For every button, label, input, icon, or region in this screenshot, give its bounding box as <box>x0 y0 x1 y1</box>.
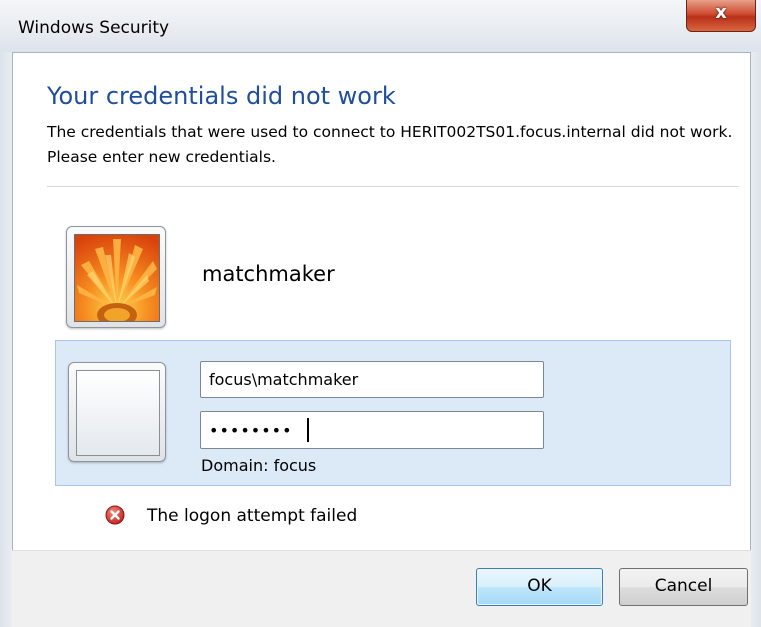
selected-credential-tile[interactable] <box>68 362 166 462</box>
ok-button[interactable]: OK <box>476 568 603 606</box>
password-field[interactable] <box>200 411 544 449</box>
error-x-icon <box>105 505 125 525</box>
error-message: The logon attempt failed <box>147 506 358 526</box>
window-title: Windows Security <box>18 18 170 38</box>
blank-user-tile-icon <box>76 370 160 456</box>
dialog-heading: Your credentials did not work <box>47 82 396 110</box>
user-tile[interactable] <box>66 226 166 328</box>
separator <box>47 186 739 187</box>
username-field[interactable] <box>200 361 544 398</box>
domain-label: Domain: focus <box>201 456 317 475</box>
window-frame-right <box>751 52 761 627</box>
dialog-description: The credentials that were used to connec… <box>47 123 733 166</box>
cancel-button[interactable]: Cancel <box>619 568 748 606</box>
flower-avatar-icon <box>74 234 160 322</box>
close-icon: x <box>715 2 727 23</box>
window-frame-left <box>0 52 12 627</box>
close-button[interactable]: x <box>686 0 756 32</box>
title-bar: Windows Security <box>0 0 761 52</box>
text-caret <box>307 418 309 442</box>
account-username: matchmaker <box>202 262 335 286</box>
